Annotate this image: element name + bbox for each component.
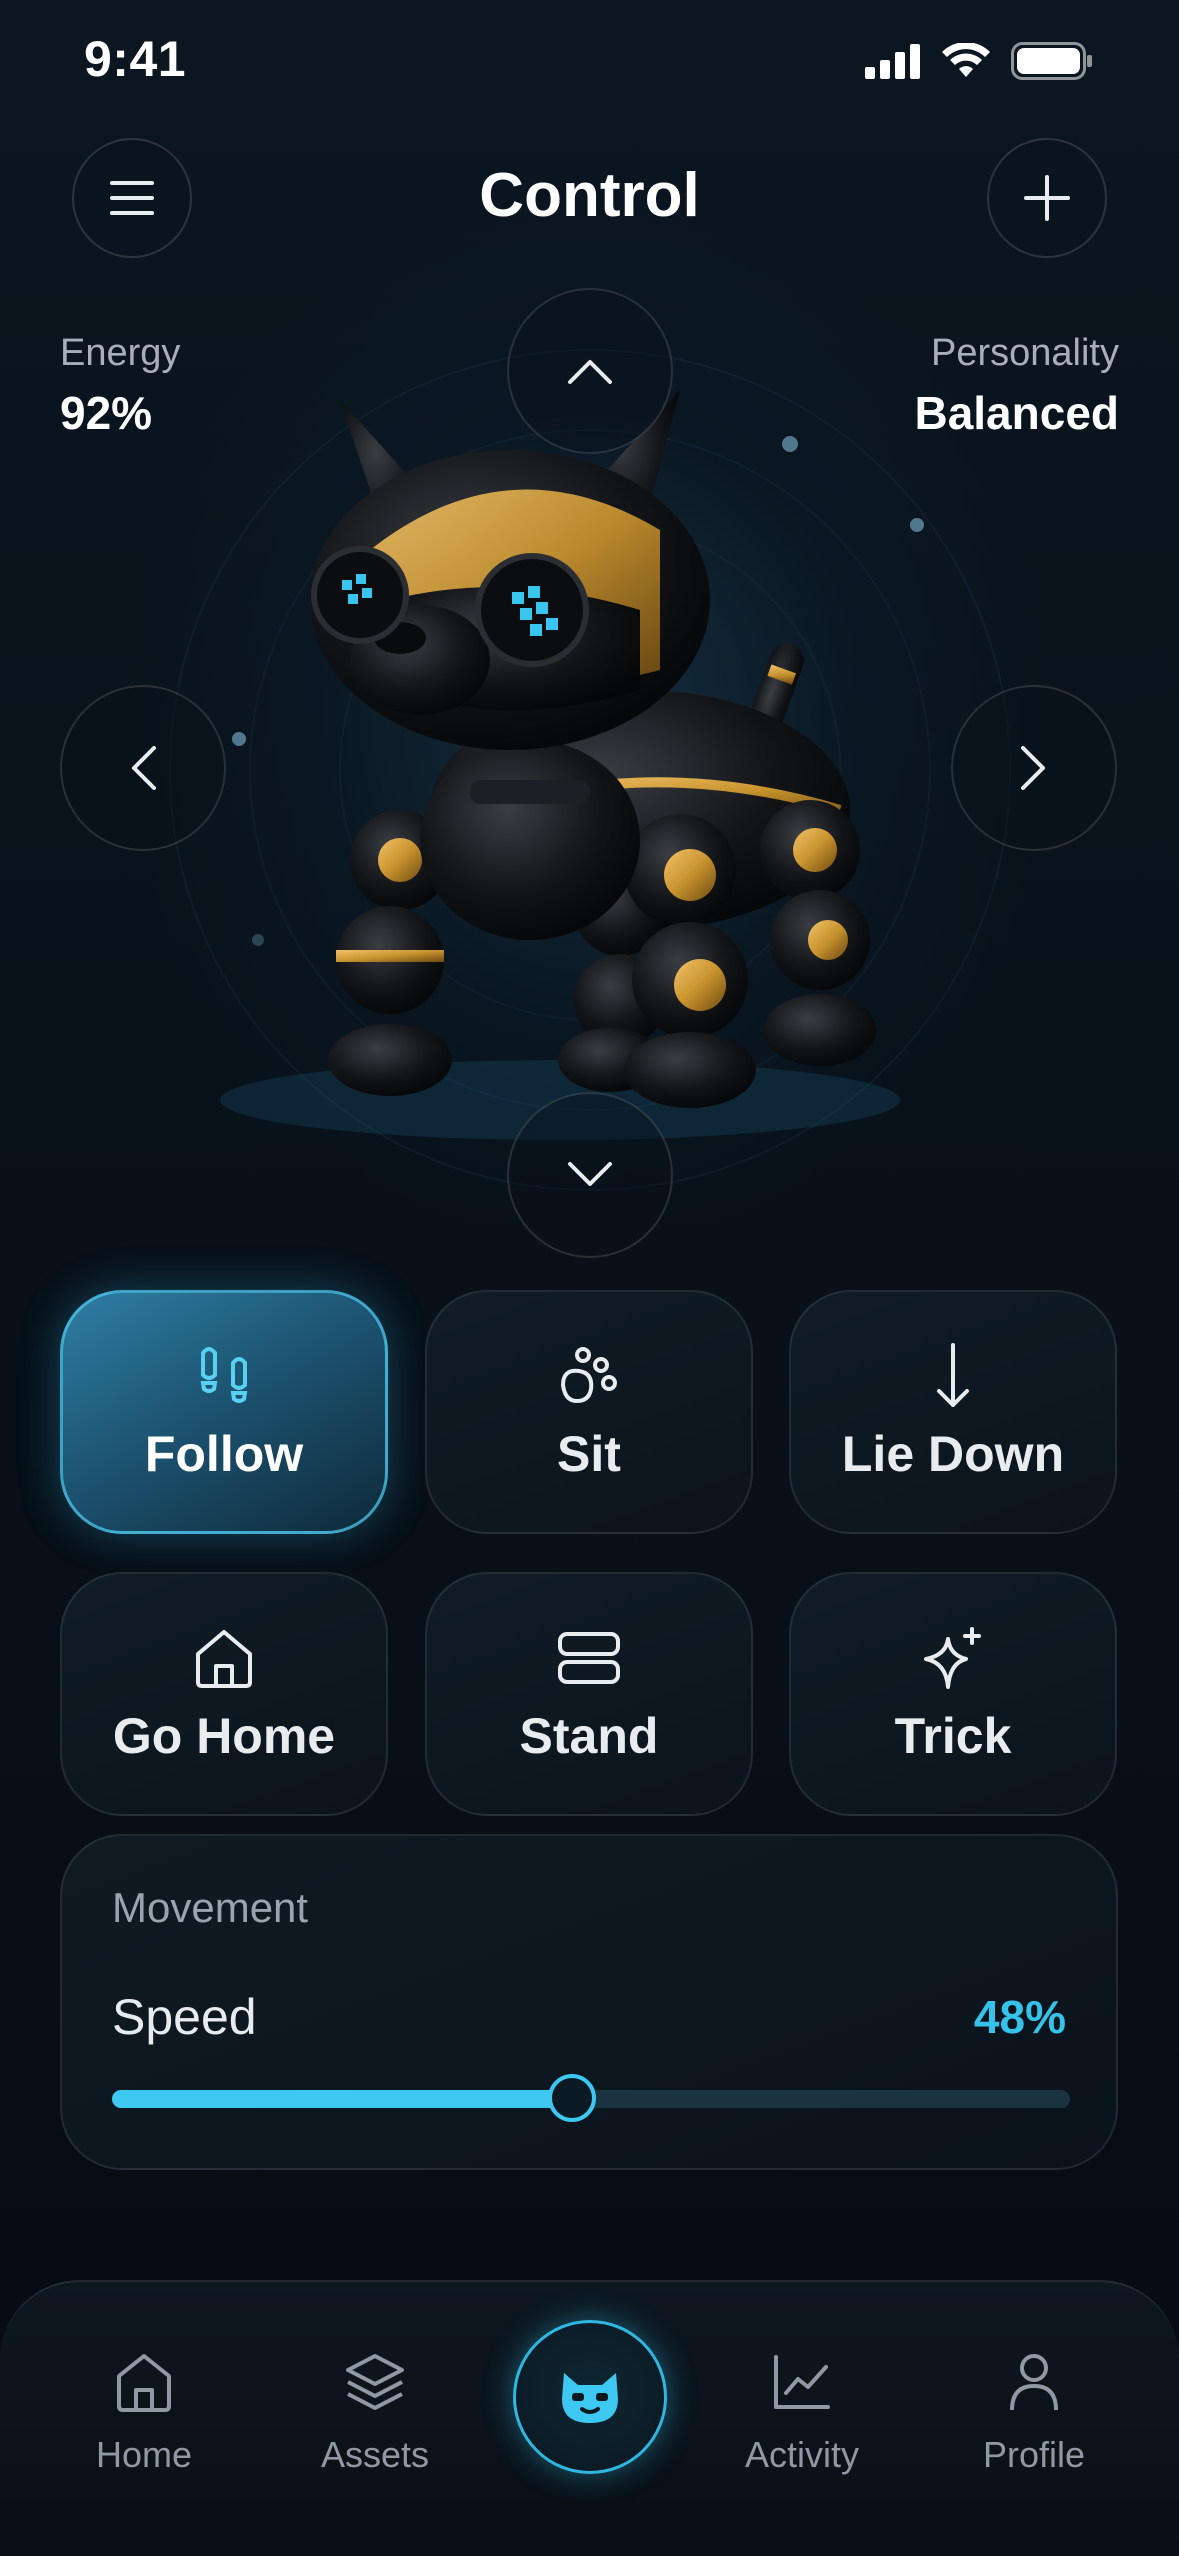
movement-title: Movement <box>112 1884 309 1931</box>
speed-value: 48% <box>973 1991 1066 2043</box>
speed-slider-thumb[interactable] <box>547 2074 596 2122</box>
stand-icon <box>558 1623 620 1693</box>
home-icon <box>194 1623 254 1693</box>
sparkle-icon <box>920 1623 986 1693</box>
chevron-left-icon <box>132 746 156 790</box>
movement-card: Movement Speed 48% <box>60 1834 1118 2170</box>
command-stand-button[interactable]: Stand <box>425 1572 753 1816</box>
signal-icon <box>865 44 920 79</box>
control-screen: 9:41 Control Energy 92% Personality Bala… <box>0 0 1179 2556</box>
move-down-button[interactable] <box>507 1092 673 1258</box>
command-follow-label: Follow <box>144 1426 304 1482</box>
robot-cat-icon <box>562 2373 618 2423</box>
command-lie-down-label: Lie Down <box>841 1426 1065 1482</box>
paw-icon <box>557 1341 621 1411</box>
nav-assets-label: Assets <box>320 2434 430 2475</box>
command-go-home-button[interactable]: Go Home <box>60 1572 388 1816</box>
robot-stage <box>0 270 1179 1258</box>
command-sit-label: Sit <box>557 1426 621 1482</box>
chevron-up-icon <box>568 360 612 384</box>
plus-icon <box>1024 175 1070 221</box>
chevron-down-icon <box>568 1162 612 1186</box>
speed-slider-fill <box>112 2090 572 2108</box>
nav-activity[interactable]: Activity <box>702 2346 902 2476</box>
command-trick-label: Trick <box>894 1708 1012 1764</box>
wifi-icon <box>942 43 990 77</box>
command-trick-button[interactable]: Trick <box>789 1572 1117 1816</box>
layers-icon <box>344 2346 406 2418</box>
command-lie-down-button[interactable]: Lie Down <box>789 1290 1117 1534</box>
status-icons <box>865 42 1093 80</box>
move-up-button[interactable] <box>507 288 673 454</box>
nav-activity-label: Activity <box>744 2434 859 2475</box>
home-icon <box>115 2346 173 2418</box>
speed-slider[interactable] <box>112 2074 1070 2122</box>
move-right-button[interactable] <box>951 685 1117 851</box>
nav-robot-button[interactable] <box>513 2320 667 2474</box>
chevron-right-icon <box>1021 746 1045 790</box>
nav-home-label: Home <box>95 2434 193 2475</box>
speed-label: Speed <box>112 1989 257 2045</box>
robot-dog-image <box>310 390 876 1108</box>
nav-profile-label: Profile <box>982 2434 1086 2475</box>
command-sit-button[interactable]: Sit <box>425 1290 753 1534</box>
nav-assets[interactable]: Assets <box>275 2346 475 2476</box>
arrow-down-icon <box>933 1341 973 1411</box>
add-button[interactable] <box>987 138 1107 258</box>
bottom-nav: Home Assets Activity Profile <box>0 2280 1179 2556</box>
nav-home[interactable]: Home <box>44 2346 244 2476</box>
status-time: 9:41 <box>84 31 187 87</box>
nav-profile[interactable]: Profile <box>934 2346 1134 2476</box>
chart-icon <box>772 2346 832 2418</box>
command-follow-button[interactable]: Follow <box>60 1290 388 1534</box>
command-go-home-label: Go Home <box>112 1708 336 1764</box>
user-icon <box>1009 2346 1059 2418</box>
battery-icon <box>1011 42 1092 80</box>
command-stand-label: Stand <box>519 1708 659 1764</box>
move-left-button[interactable] <box>60 685 226 851</box>
footprints-icon <box>195 1341 253 1411</box>
